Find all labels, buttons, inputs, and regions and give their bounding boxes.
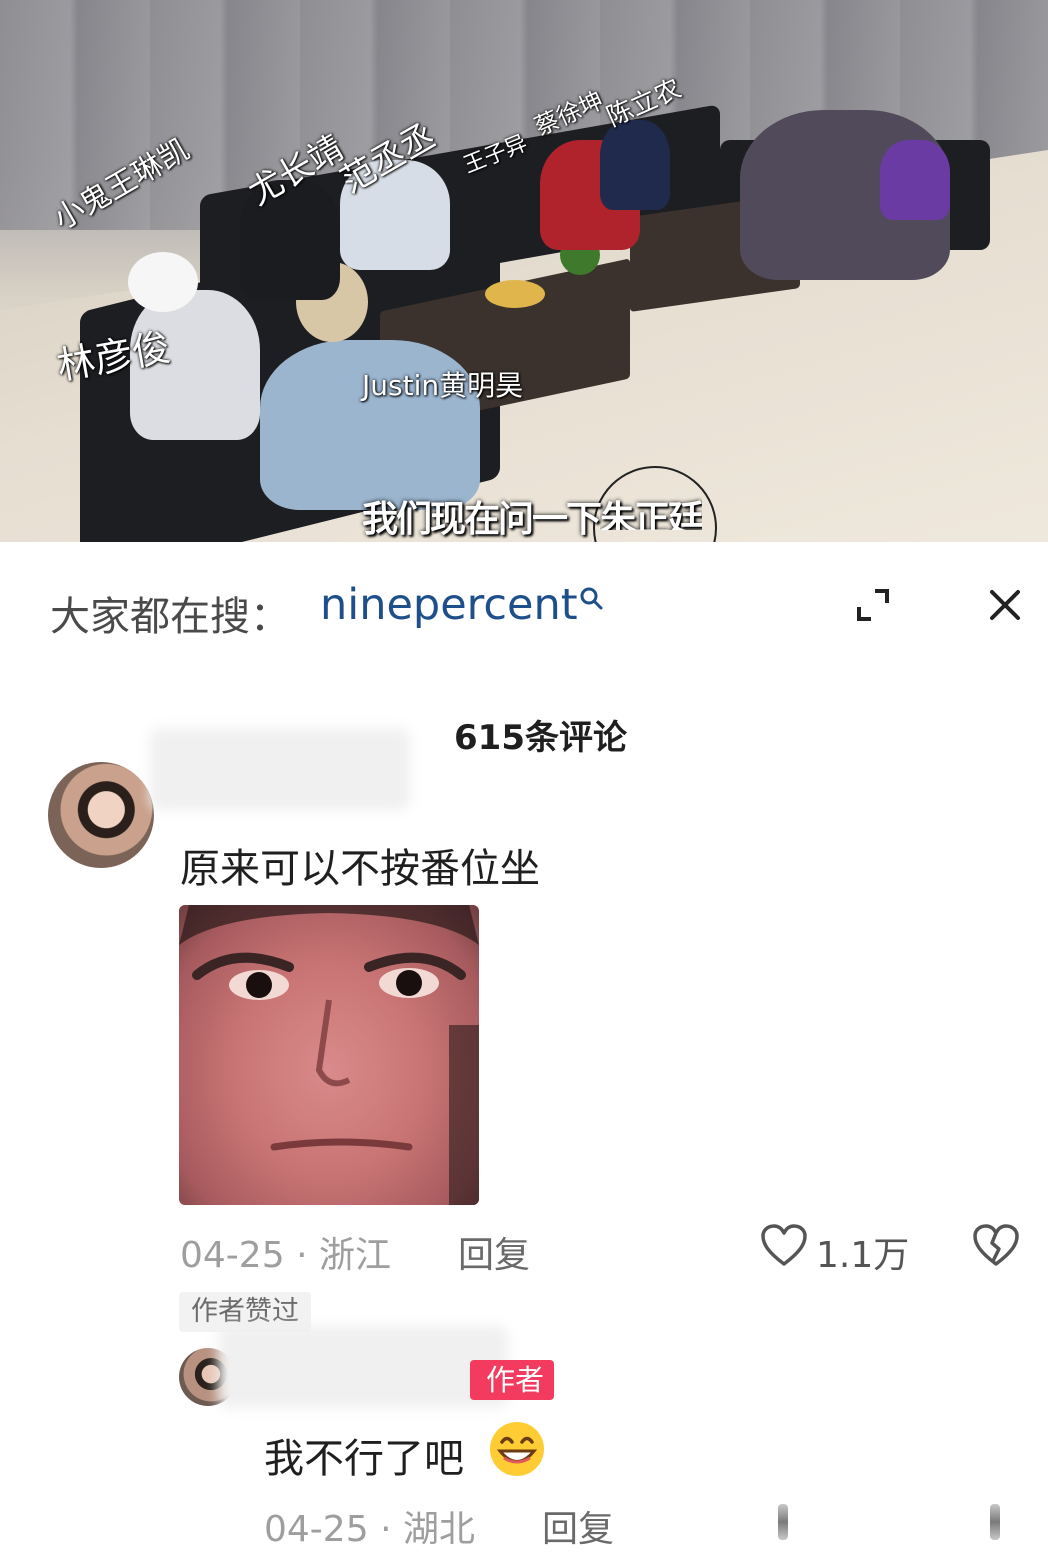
- person-navy: [600, 120, 670, 210]
- username-redacted[interactable]: [218, 1326, 508, 1408]
- comment-date: 04-25: [180, 1235, 285, 1276]
- face-sticker-image: [179, 905, 479, 1205]
- person-purple: [880, 140, 950, 220]
- reply-date: 04-25: [264, 1509, 369, 1550]
- comment-count-title: 615条评论: [454, 718, 627, 758]
- broken-heart-icon[interactable]: [972, 1223, 1020, 1267]
- snack-plate: [485, 280, 545, 308]
- video-subtitle: 我们现在问一下朱正廷: [362, 490, 702, 542]
- expand-icon[interactable]: [855, 587, 891, 623]
- reply-location: 湖北: [402, 1509, 475, 1550]
- username-redacted[interactable]: [150, 728, 410, 810]
- subtitle-text-cut: 朱正廷: [600, 499, 703, 530]
- search-suggestion-prefix: 大家都在搜：: [50, 594, 290, 640]
- video-player[interactable]: 小鬼王琳凯 尤长靖 范丞丞 王子异 蔡徐坤 陈立农 林彦俊 Justin黄明昊 …: [0, 0, 1048, 542]
- reply-dislike-icon-partial[interactable]: [990, 1504, 1000, 1540]
- heart-outline-icon[interactable]: [760, 1223, 808, 1267]
- comment-image[interactable]: [179, 905, 479, 1205]
- reply-text: 我不行了吧: [264, 1436, 464, 1482]
- comment-text: 原来可以不按番位坐: [180, 846, 540, 892]
- video-name-label: Justin黄明昊: [362, 369, 524, 402]
- meta-separator: ·: [296, 1235, 308, 1276]
- like-count: 1.1万: [816, 1235, 910, 1276]
- reply-like-icon-partial[interactable]: [778, 1504, 788, 1540]
- author-badge: 作者: [470, 1360, 554, 1400]
- meta-separator: ·: [380, 1509, 392, 1550]
- person-head: [128, 252, 198, 312]
- close-icon[interactable]: [988, 588, 1022, 622]
- reply-button[interactable]: 回复: [542, 1500, 614, 1552]
- comment-date-location: 04-25 · 浙江: [180, 1226, 391, 1278]
- subtitle-text: 我们现在问一下: [362, 499, 602, 540]
- reply-date-location: 04-25 · 湖北: [264, 1500, 475, 1552]
- search-suggestion-keyword[interactable]: ninepercent: [320, 580, 578, 630]
- comment-location: 浙江: [318, 1235, 391, 1276]
- search-icon[interactable]: [578, 585, 604, 611]
- reply-button[interactable]: 回复: [458, 1226, 530, 1278]
- grinning-face-emoji-icon: [490, 1422, 544, 1476]
- avatar[interactable]: [48, 762, 154, 868]
